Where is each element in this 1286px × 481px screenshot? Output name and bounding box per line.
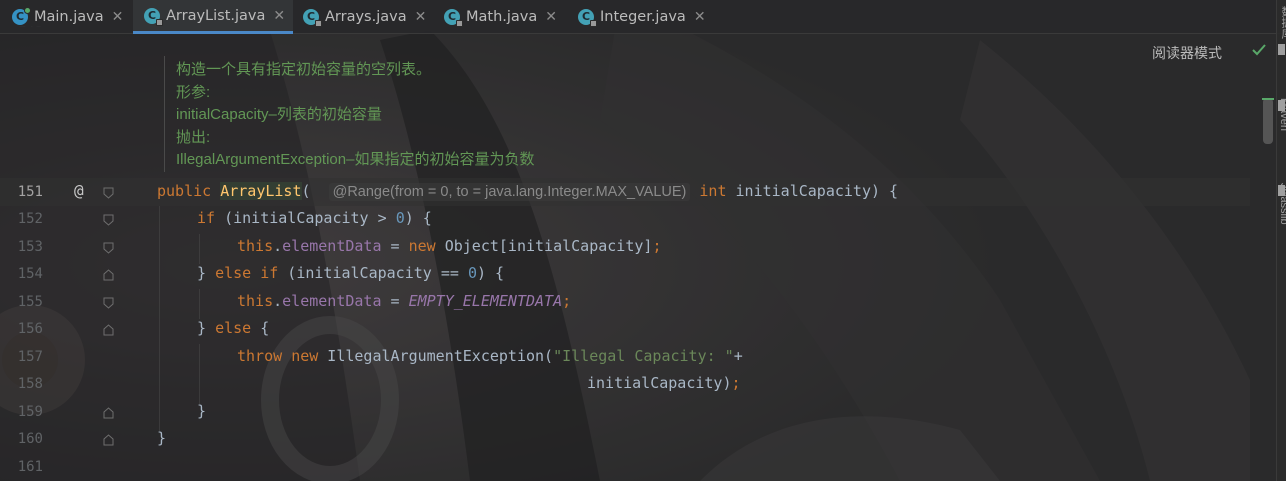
close-icon[interactable]: ✕ [694, 9, 706, 25]
line-number: 154 [17, 266, 43, 282]
fold-open-icon[interactable] [103, 297, 114, 309]
code-line: } [157, 429, 167, 447]
tab-integer-java[interactable]: C Integer.java ✕ [578, 0, 708, 34]
indent-guide [159, 206, 160, 431]
fold-close-icon[interactable] [103, 407, 114, 419]
checkmark-icon[interactable] [1251, 42, 1267, 62]
doc-line: 构造一个具有指定初始容量的空列表。 [176, 61, 432, 78]
inlay-hint: @Range(from = 0, to = java.lang.Integer.… [328, 183, 691, 201]
line-number: 158 [17, 376, 43, 392]
lock-badge-icon [456, 20, 463, 27]
java-class-icon: C [444, 9, 463, 27]
fold-open-icon[interactable] [103, 187, 114, 199]
indent-guide [199, 234, 200, 264]
line-number: 153 [17, 239, 43, 255]
close-icon[interactable]: ✕ [112, 9, 124, 25]
tab-main-java[interactable]: C Main.java ✕ [12, 0, 132, 34]
code-line: if (initialCapacity > 0) { [197, 209, 432, 227]
line-number: 160 [17, 431, 43, 447]
lock-badge-icon [156, 18, 163, 26]
java-class-icon: C [303, 9, 322, 27]
line-number: 159 [17, 404, 43, 420]
run-badge-icon [24, 7, 31, 14]
tool-window-maven[interactable]: Maven [1278, 98, 1286, 162]
indent-guide [199, 344, 200, 404]
tab-label: ArrayList.java [166, 7, 266, 24]
tab-math-java[interactable]: C Math.java ✕ [444, 0, 562, 34]
doc-line: initialCapacity–列表的初始容量 [176, 106, 382, 123]
line-number: 151 [17, 184, 43, 200]
java-class-icon: C [12, 7, 31, 25]
doc-line: 形参: [176, 84, 211, 101]
tab-label: Main.java [34, 9, 104, 25]
indent-guide [199, 289, 200, 319]
tab-label: Math.java [466, 9, 538, 25]
lock-badge-icon [315, 20, 322, 27]
scrollbar-change-marker [1262, 98, 1274, 100]
code-line: this.elementData = new Object[initialCap… [237, 237, 662, 255]
java-class-icon: C [144, 7, 163, 26]
line-number: 156 [17, 321, 43, 337]
editor-tab-bar: C Main.java ✕ C ArrayList.java ✕ C Array… [0, 0, 1286, 34]
doc-line: IllegalArgumentException–如果指定的初始容量为负数 [176, 151, 535, 168]
doc-line: 抛出: [176, 129, 211, 146]
line-number: 161 [17, 459, 43, 475]
fold-close-icon[interactable] [103, 269, 114, 281]
code-line: } else if (initialCapacity == 0) { [197, 264, 505, 282]
vertical-scrollbar[interactable] [1263, 98, 1273, 144]
fold-close-icon[interactable] [103, 324, 114, 336]
tab-label: Arrays.java [325, 9, 407, 25]
fold-open-icon[interactable] [103, 214, 114, 226]
code-line: } [197, 402, 207, 420]
tab-arraylist-java[interactable]: C ArrayList.java ✕ [133, 0, 293, 34]
annotation-gutter-icon[interactable]: @ [74, 181, 84, 200]
line-number: 152 [17, 211, 43, 227]
close-icon[interactable]: ✕ [273, 8, 285, 24]
close-icon[interactable]: ✕ [415, 9, 427, 25]
tool-window-database[interactable]: 数据库 [1278, 6, 1286, 70]
java-class-icon: C [578, 9, 597, 27]
line-number: 155 [17, 294, 43, 310]
fold-close-icon[interactable] [103, 434, 114, 446]
tab-label: Integer.java [600, 9, 686, 25]
code-line: throw new IllegalArgumentException("Ille… [237, 347, 743, 365]
code-line: public ArrayList( @Range(from = 0, to = … [157, 182, 899, 201]
close-icon[interactable]: ✕ [545, 9, 557, 25]
code-line: } else { [197, 319, 270, 337]
code-line: initialCapacity); [587, 374, 741, 392]
tab-arrays-java[interactable]: C Arrays.java ✕ [303, 0, 431, 34]
fold-open-icon[interactable] [103, 242, 114, 254]
reader-mode-button[interactable]: 阅读器模式 [1152, 43, 1222, 63]
tool-window-jclasslib[interactable]: Jclasslib [1278, 183, 1286, 253]
lock-badge-icon [590, 20, 597, 27]
line-number: 157 [17, 349, 43, 365]
method-name: ArrayList [220, 182, 302, 200]
doc-comment: 构造一个具有指定初始容量的空列表。 形参: initialCapacity–列表… [164, 56, 764, 172]
code-line: this.elementData = EMPTY_ELEMENTDATA; [237, 292, 572, 310]
